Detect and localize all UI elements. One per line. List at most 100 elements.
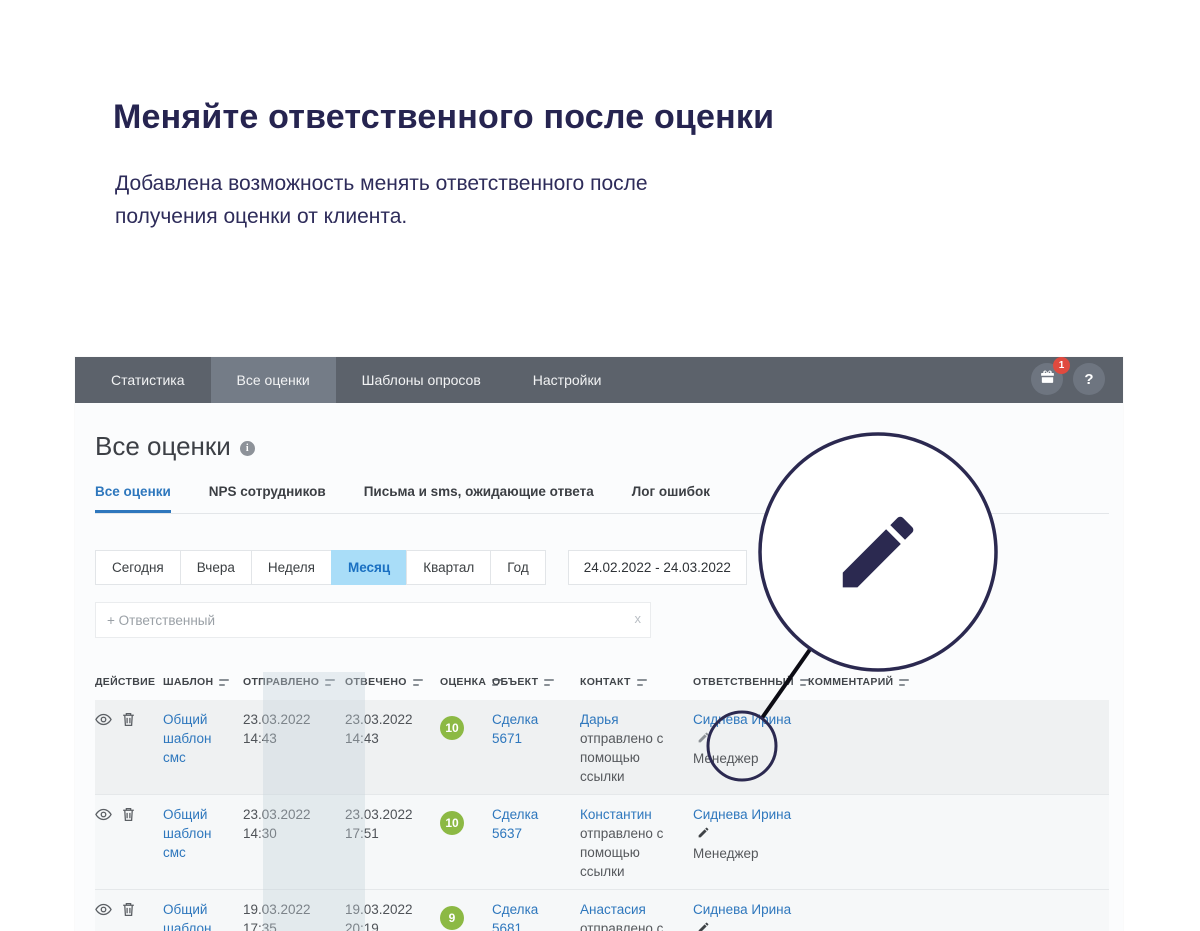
score-cell: 10 (440, 710, 492, 786)
scores-table: Действие Шаблон Отправлено Отвечено Оцен… (95, 664, 1109, 931)
period-month[interactable]: Месяц (330, 550, 407, 585)
template-link[interactable]: Общий шаблон смс (163, 807, 211, 860)
table-row: Общий шаблон смс 23.03.2022 14:43 23.03.2… (95, 700, 1109, 794)
contact-note: отправлено с помощью ссылки (580, 921, 664, 931)
period-quarter[interactable]: Квартал (406, 550, 491, 585)
page-title: Все оценки (95, 431, 231, 461)
help-button[interactable]: ? (1073, 363, 1105, 395)
responsible-filter: x (95, 602, 651, 638)
col-header-object[interactable]: Объект (492, 676, 580, 688)
col-header-action[interactable]: Действие (95, 676, 163, 688)
row-actions (95, 900, 163, 931)
period-year[interactable]: Год (490, 550, 546, 585)
edit-responsible-icon[interactable] (697, 920, 710, 931)
subtab-all-scores[interactable]: Все оценки (95, 484, 171, 513)
page: Меняйте ответственного после оценки Доба… (0, 0, 1200, 931)
row-actions (95, 710, 163, 786)
nav-item-settings[interactable]: Настройки (507, 357, 628, 403)
filter-row: Сегодня Вчера Неделя Месяц Квартал Год 2… (95, 550, 1109, 585)
nav-item-all-scores[interactable]: Все оценки (210, 357, 336, 403)
edit-responsible-icon[interactable] (697, 730, 710, 749)
table-row: Общий шаблон смс 23.03.2022 14:30 23.03.2… (95, 794, 1109, 889)
view-icon[interactable] (95, 712, 112, 727)
score-badge: 9 (440, 906, 464, 930)
subtab-pending-letters[interactable]: Письма и sms, ожидающие ответа (364, 484, 594, 513)
period-today[interactable]: Сегодня (95, 550, 180, 585)
answered-cell: 23.03.2022 17:51 (345, 807, 413, 841)
nav-item-statistics[interactable]: Статистика (85, 357, 211, 403)
col-header-score[interactable]: Оценка (440, 676, 503, 688)
top-nav: Статистика Все оценки Шаблоны опросов На… (75, 357, 1123, 403)
col-header-template[interactable]: Шаблон (163, 676, 243, 688)
template-link[interactable]: Общий шаблон смс (163, 902, 211, 931)
responsible-link[interactable]: Сиднева Ирина (693, 902, 791, 917)
sort-icon (544, 678, 555, 686)
object-cell: Сделка 5671 (492, 710, 580, 786)
responsible-cell: Сиднева Ирина Менеджер (693, 805, 808, 881)
sort-icon (636, 678, 647, 686)
view-icon[interactable] (95, 807, 112, 822)
col-header-responsible[interactable]: Ответственный (693, 676, 810, 688)
answered-cell: 19.03.2022 20:19 (345, 902, 413, 931)
col-header-contact[interactable]: Контакт (580, 676, 693, 688)
object-cell: Сделка 5637 (492, 805, 580, 881)
edit-responsible-icon[interactable] (697, 825, 710, 844)
delete-icon[interactable] (122, 902, 135, 917)
app-content: Все оценки i Все оценки NPS сотрудников … (75, 431, 1123, 931)
contact-cell: Дарья отправлено с помощью ссылки (580, 710, 693, 786)
period-yesterday[interactable]: Вчера (179, 550, 251, 585)
responsible-cell: Сиднева Ирина Менеджер (693, 900, 808, 931)
sent-cell: 23.03.2022 14:30 (243, 807, 311, 841)
responsible-filter-input[interactable] (95, 602, 651, 638)
object-link[interactable]: Сделка 5671 (492, 712, 538, 746)
period-group: Сегодня Вчера Неделя Месяц Квартал Год (95, 550, 546, 585)
template-cell: Общий шаблон смс (163, 710, 243, 786)
contact-cell: Константин отправлено с помощью ссылки (580, 805, 693, 881)
question-icon: ? (1084, 370, 1094, 388)
template-cell: Общий шаблон смс (163, 805, 243, 881)
contact-note: отправлено с помощью ссылки (580, 826, 664, 879)
date-range-picker[interactable]: 24.02.2022 - 24.03.2022 (567, 550, 747, 585)
object-link[interactable]: Сделка 5681 (492, 902, 538, 931)
contact-link[interactable]: Константин (580, 807, 652, 822)
col-header-sent[interactable]: Отправлено (243, 676, 345, 688)
contact-link[interactable]: Дарья (580, 712, 619, 727)
app-screenshot: Статистика Все оценки Шаблоны опросов На… (75, 357, 1123, 931)
delete-icon[interactable] (122, 807, 135, 822)
sent-cell: 23.03.2022 14:43 (243, 712, 311, 746)
contact-cell: Анастасия отправлено с помощью ссылки (580, 900, 693, 931)
delete-icon[interactable] (122, 712, 135, 727)
sort-icon (219, 678, 230, 686)
whats-new-button[interactable]: 1 (1031, 357, 1070, 395)
col-header-answered[interactable]: Отвечено (345, 676, 440, 688)
object-link[interactable]: Сделка 5637 (492, 807, 538, 841)
responsible-role: Менеджер (693, 846, 759, 861)
subtabs: Все оценки NPS сотрудников Письма и sms,… (95, 484, 1109, 514)
info-icon[interactable]: i (239, 441, 255, 456)
sort-icon (899, 678, 910, 686)
nav-item-survey-templates[interactable]: Шаблоны опросов (336, 357, 507, 403)
page-title-row: Все оценки i (95, 431, 1109, 462)
comment-cell (808, 805, 923, 881)
subtab-error-log[interactable]: Лог ошибок (632, 484, 710, 513)
responsible-link[interactable]: Сиднева Ирина (693, 807, 791, 822)
template-link[interactable]: Общий шаблон смс (163, 712, 211, 765)
period-week[interactable]: Неделя (250, 550, 331, 585)
contact-note: отправлено с помощью ссылки (580, 731, 664, 784)
table-row: Общий шаблон смс 19.03.202217:35 19.03.2… (95, 889, 1109, 931)
sent-cell: 19.03.2022 17:35 (243, 902, 311, 931)
table-header-row: Действие Шаблон Отправлено Отвечено Оцен… (95, 664, 1109, 700)
notification-badge: 1 (1053, 357, 1070, 374)
article-title: Меняйте ответственного после оценки (113, 98, 775, 136)
responsible-link[interactable]: Сиднева Ирина (693, 712, 791, 727)
article-header: Меняйте ответственного после оценки Доба… (113, 98, 1013, 233)
col-header-comment[interactable]: Комментарий (808, 676, 923, 688)
template-cell: Общий шаблон смс (163, 900, 243, 931)
clear-filter-icon[interactable]: x (635, 611, 642, 626)
score-badge: 10 (440, 811, 464, 835)
contact-link[interactable]: Анастасия (580, 902, 646, 917)
object-cell: Сделка 5681 (492, 900, 580, 931)
comment-cell (808, 900, 923, 931)
view-icon[interactable] (95, 902, 112, 917)
subtab-nps-employees[interactable]: NPS сотрудников (209, 484, 326, 513)
